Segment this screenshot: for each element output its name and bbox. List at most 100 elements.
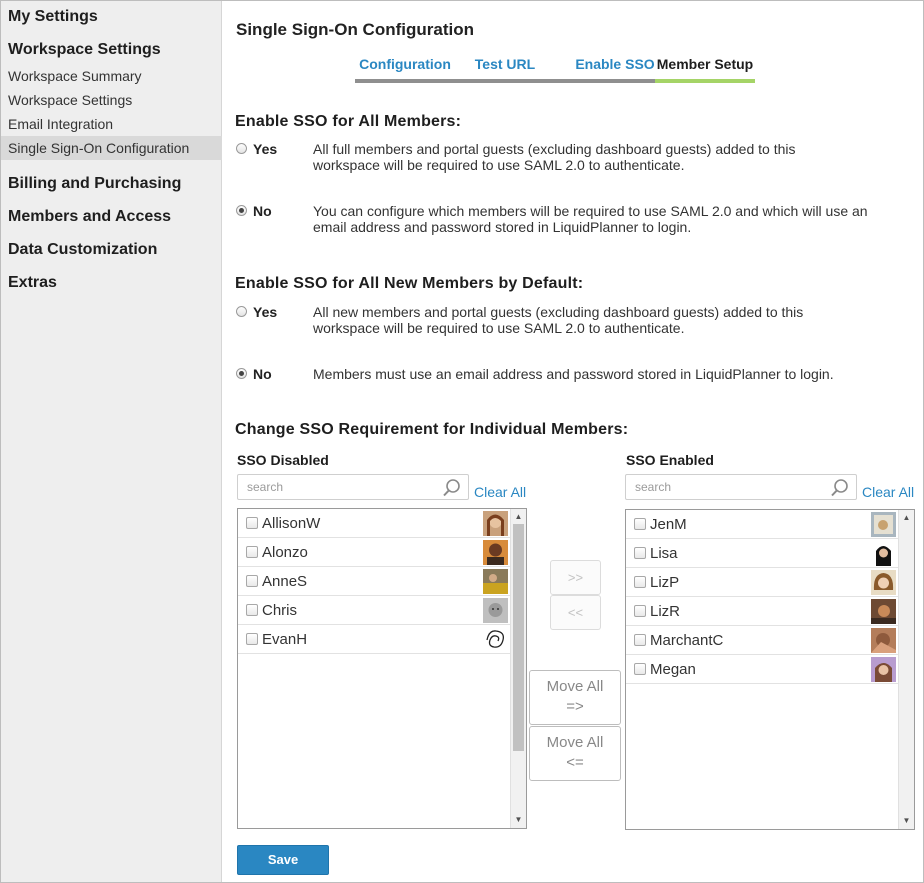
list-item[interactable]: EvanH <box>238 625 510 654</box>
tab-test-url-label: Test URL <box>474 56 536 72</box>
avatar <box>483 569 508 594</box>
list-item[interactable]: AllisonW <box>238 509 510 538</box>
list-item[interactable]: LizP <box>626 568 898 597</box>
tab-enable-sso-bar <box>555 79 655 83</box>
tab-test-url[interactable]: Test URL <box>455 53 555 83</box>
tab-configuration-label: Configuration <box>359 56 451 72</box>
list-item[interactable]: Megan <box>626 655 898 684</box>
sso-enabled-clear-all[interactable]: Clear All <box>862 484 914 500</box>
new-members-yes-radio[interactable] <box>236 306 247 317</box>
settings-sidebar: My Settings Workspace Settings Workspace… <box>1 1 222 882</box>
member-checkbox[interactable] <box>246 604 258 616</box>
new-members-title: Enable SSO for All New Members by Defaul… <box>235 275 584 292</box>
sso-disabled-search-input[interactable] <box>238 475 438 499</box>
new-members-no-description: Members must use an email address and pa… <box>313 366 834 382</box>
member-checkbox[interactable] <box>634 605 646 617</box>
move-all-left-label: Move All <box>546 734 604 751</box>
all-members-yes-description: All full members and portal guests (excl… <box>313 141 796 173</box>
new-members-no-label[interactable]: No <box>253 366 272 382</box>
avatar <box>871 541 896 566</box>
move-right-button[interactable]: >> <box>550 560 601 595</box>
member-checkbox[interactable] <box>634 547 646 559</box>
avatar <box>871 599 896 624</box>
member-name: AllisonW <box>262 515 321 532</box>
move-all-left-button[interactable]: Move All <= <box>529 726 621 781</box>
sidebar-item-email-integration[interactable]: Email Integration <box>1 112 222 136</box>
scroll-down-icon[interactable]: ▼ <box>899 815 914 827</box>
sidebar-my-settings[interactable]: My Settings <box>8 8 98 26</box>
scroll-down-icon[interactable]: ▼ <box>511 814 526 826</box>
all-members-yes-label[interactable]: Yes <box>253 141 277 157</box>
sso-enabled-list[interactable]: JenM Lisa LizP LizR MarchantC Megan ▲ ▼ <box>625 509 915 830</box>
sidebar-item-sso-configuration[interactable]: Single Sign-On Configuration <box>1 136 222 160</box>
member-name: MarchantC <box>650 632 724 649</box>
sso-enabled-search <box>625 474 857 500</box>
sidebar-workspace-settings[interactable]: Workspace Settings <box>8 41 161 59</box>
member-name: Alonzo <box>262 544 308 561</box>
scroll-up-icon[interactable]: ▲ <box>899 512 914 524</box>
new-members-yes-label[interactable]: Yes <box>253 304 277 320</box>
main-panel: Single Sign-On Configuration Configurati… <box>223 1 923 882</box>
list-item[interactable]: Alonzo <box>238 538 510 567</box>
scroll-thumb[interactable] <box>513 524 524 751</box>
move-all-right-arrow: => <box>566 698 584 715</box>
move-left-button[interactable]: << <box>550 595 601 630</box>
member-checkbox[interactable] <box>246 575 258 587</box>
tab-enable-sso[interactable]: Enable SSO <box>555 53 655 83</box>
sso-enabled-search-input[interactable] <box>626 475 826 499</box>
avatar <box>871 628 896 653</box>
tab-member-setup-bar <box>655 79 755 83</box>
list-item[interactable]: MarchantC <box>626 626 898 655</box>
member-checkbox[interactable] <box>246 517 258 529</box>
sidebar-data-customization[interactable]: Data Customization <box>8 241 157 259</box>
list-item[interactable]: LizR <box>626 597 898 626</box>
move-all-right-button[interactable]: Move All => <box>529 670 621 725</box>
list-item[interactable]: Chris <box>238 596 510 625</box>
avatar <box>483 511 508 536</box>
move-all-left-arrow: <= <box>566 754 584 771</box>
sidebar-item-workspace-settings[interactable]: Workspace Settings <box>1 88 222 112</box>
sso-disabled-title: SSO Disabled <box>237 452 329 468</box>
member-name: Lisa <box>650 545 678 562</box>
member-checkbox[interactable] <box>634 518 646 530</box>
member-name: EvanH <box>262 631 308 648</box>
sso-enabled-scrollbar[interactable]: ▲ ▼ <box>898 510 914 829</box>
search-icon[interactable] <box>830 478 850 498</box>
member-checkbox[interactable] <box>634 576 646 588</box>
tab-member-setup[interactable]: Member Setup <box>655 53 755 83</box>
page-title: Single Sign-On Configuration <box>236 20 474 39</box>
sidebar-members-access[interactable]: Members and Access <box>8 208 171 226</box>
new-members-yes-description: All new members and portal guests (exclu… <box>313 304 804 336</box>
scroll-up-icon[interactable]: ▲ <box>511 511 526 523</box>
member-name: LizP <box>650 574 680 591</box>
new-members-no-radio[interactable] <box>236 368 247 379</box>
all-members-no-radio[interactable] <box>236 205 247 216</box>
member-checkbox[interactable] <box>634 634 646 646</box>
sso-disabled-clear-all[interactable]: Clear All <box>474 484 526 500</box>
tab-enable-sso-label: Enable SSO <box>575 56 655 72</box>
sidebar-billing[interactable]: Billing and Purchasing <box>8 175 181 193</box>
sidebar-item-workspace-summary[interactable]: Workspace Summary <box>1 64 222 88</box>
member-checkbox[interactable] <box>246 633 258 645</box>
list-item[interactable]: AnneS <box>238 567 510 596</box>
avatar <box>483 540 508 565</box>
all-members-no-label[interactable]: No <box>253 203 272 219</box>
sso-disabled-list[interactable]: AllisonW Alonzo AnneS Chris EvanH ▲ ▼ <box>237 508 527 829</box>
individual-title: Change SSO Requirement for Individual Me… <box>235 421 629 438</box>
member-name: JenM <box>650 516 687 533</box>
all-members-yes-radio[interactable] <box>236 143 247 154</box>
save-button[interactable]: Save <box>237 845 329 875</box>
avatar <box>483 627 508 652</box>
list-item[interactable]: JenM <box>626 510 898 539</box>
member-checkbox[interactable] <box>634 663 646 675</box>
sso-enabled-title: SSO Enabled <box>626 452 714 468</box>
sso-disabled-search <box>237 474 469 500</box>
list-item[interactable]: Lisa <box>626 539 898 568</box>
member-name: Megan <box>650 661 696 678</box>
all-members-title: Enable SSO for All Members: <box>235 113 462 130</box>
tab-configuration[interactable]: Configuration <box>355 53 455 83</box>
member-checkbox[interactable] <box>246 546 258 558</box>
sso-disabled-scrollbar[interactable]: ▲ ▼ <box>510 509 526 828</box>
sidebar-extras[interactable]: Extras <box>8 274 57 292</box>
search-icon[interactable] <box>442 478 462 498</box>
